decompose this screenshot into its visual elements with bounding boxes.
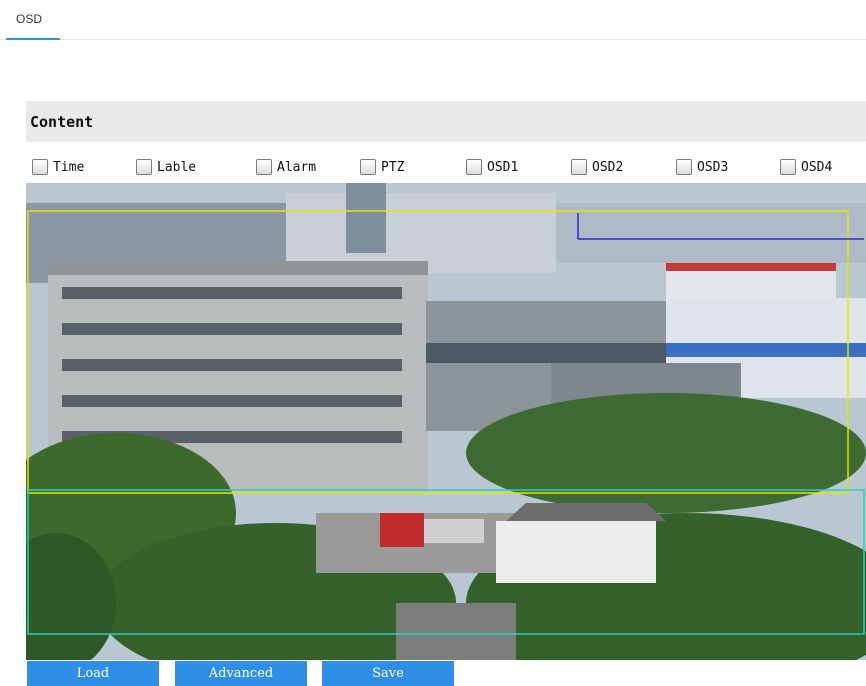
checkbox-time-label: Time — [53, 159, 85, 175]
video-preview[interactable] — [26, 183, 866, 660]
active-tab-indicator — [6, 38, 60, 40]
checkbox-osd3-box[interactable] — [676, 159, 692, 175]
checkbox-osd4[interactable]: OSD4 — [780, 156, 832, 178]
content-section-header: Content — [26, 101, 866, 142]
checkbox-osd4-box[interactable] — [780, 159, 796, 175]
checkbox-ptz-box[interactable] — [360, 159, 376, 175]
checkbox-osd2-box[interactable] — [571, 159, 587, 175]
checkbox-time[interactable]: Time — [32, 156, 84, 178]
load-button[interactable]: Load — [27, 661, 159, 686]
tab-osd-label: OSD — [16, 12, 43, 26]
content-title: Content — [30, 113, 94, 131]
checkbox-lable-box[interactable] — [136, 159, 152, 175]
save-button[interactable]: Save — [322, 661, 454, 686]
checkbox-osd3-label: OSD3 — [697, 159, 729, 175]
checkbox-lable-label: Lable — [157, 159, 197, 175]
checkbox-time-box[interactable] — [32, 159, 48, 175]
checkbox-osd1[interactable]: OSD1 — [466, 156, 518, 178]
checkbox-osd2-label: OSD2 — [592, 159, 624, 175]
checkbox-lable[interactable]: Lable — [136, 156, 196, 178]
checkbox-osd1-box[interactable] — [466, 159, 482, 175]
checkbox-ptz[interactable]: PTZ — [360, 156, 404, 178]
camera-scene — [26, 183, 866, 660]
checkbox-osd4-label: OSD4 — [801, 159, 833, 175]
osd-content-options: Time Lable Alarm PTZ OSD1 OSD2 OSD3 OSD4 — [32, 156, 866, 178]
checkbox-alarm[interactable]: Alarm — [256, 156, 316, 178]
checkbox-alarm-box[interactable] — [256, 159, 272, 175]
checkbox-ptz-label: PTZ — [381, 159, 405, 175]
tab-bar: OSD — [0, 0, 866, 40]
advanced-button[interactable]: Advanced — [175, 661, 307, 686]
checkbox-osd1-label: OSD1 — [487, 159, 519, 175]
checkbox-osd2[interactable]: OSD2 — [571, 156, 623, 178]
checkbox-osd3[interactable]: OSD3 — [676, 156, 728, 178]
checkbox-alarm-label: Alarm — [277, 159, 317, 175]
tab-osd[interactable]: OSD — [6, 8, 52, 40]
